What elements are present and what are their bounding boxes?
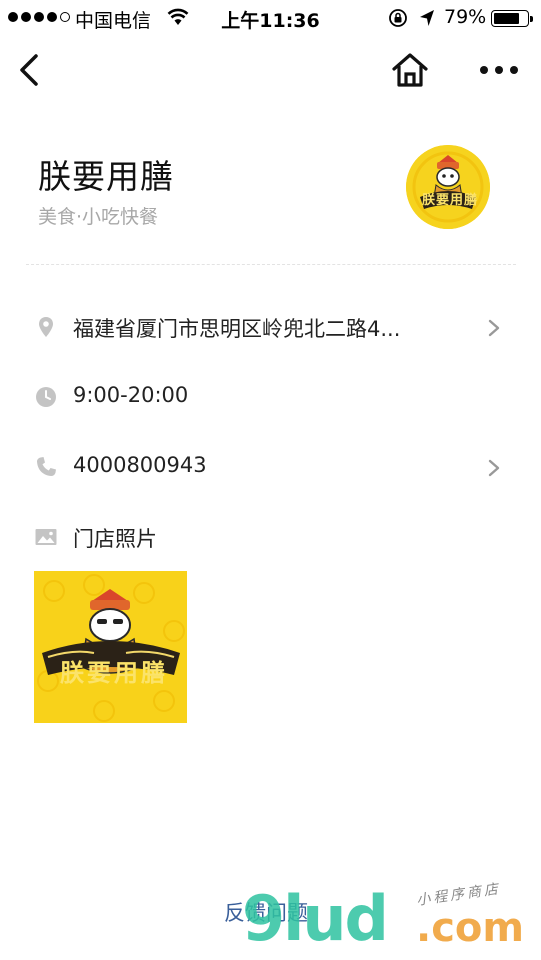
battery-fill <box>494 13 520 24</box>
phone-row[interactable]: 4000800943 <box>0 442 541 492</box>
chevron-left-icon[interactable] <box>12 50 48 90</box>
feedback-link[interactable]: 反馈问题 <box>224 897 308 927</box>
chevron-right-icon <box>488 459 500 477</box>
navigation-bar <box>0 36 541 104</box>
phone-icon <box>37 457 56 476</box>
emperor-logo-icon <box>406 145 490 229</box>
home-icon[interactable] <box>388 50 432 90</box>
header-divider <box>26 264 516 265</box>
image-icon <box>35 529 57 545</box>
watermark-tag: 小程序商店 <box>415 881 502 909</box>
store-photos-row: 门店照片 <box>0 512 541 562</box>
shop-category: 美食·小吃快餐 <box>38 206 159 228</box>
rotation-lock-icon <box>389 9 407 27</box>
shop-logo-text: 朕要用膳 <box>422 193 479 208</box>
battery-percentage: 79% <box>444 6 487 28</box>
address-row[interactable]: 福建省厦门市思明区岭兜北二路4... <box>0 302 541 352</box>
shop-logo: 朕要用膳 <box>406 145 490 229</box>
store-photos-label: 门店照片 <box>73 527 157 551</box>
clock-icon <box>36 387 56 407</box>
more-dots-icon[interactable] <box>476 56 522 84</box>
phone-number: 4000800943 <box>73 453 207 477</box>
chevron-right-icon <box>488 319 500 337</box>
business-hours-row: 9:00-20:00 <box>0 372 541 422</box>
location-pin-icon <box>39 317 53 337</box>
store-photo-text: 朕要用膳 <box>60 659 168 687</box>
location-arrow-icon <box>420 10 434 26</box>
battery-icon <box>491 10 533 27</box>
status-bar: 中国电信 上午11:36 79% <box>0 0 541 36</box>
address-text: 福建省厦门市思明区岭兜北二路4... <box>73 317 401 341</box>
store-photo[interactable]: 朕要用膳 <box>34 571 187 723</box>
business-hours-text: 9:00-20:00 <box>73 383 189 407</box>
watermark-sub: .com <box>416 905 525 951</box>
shop-name: 朕要用膳 <box>38 157 174 196</box>
emperor-mascot-image <box>34 571 187 723</box>
